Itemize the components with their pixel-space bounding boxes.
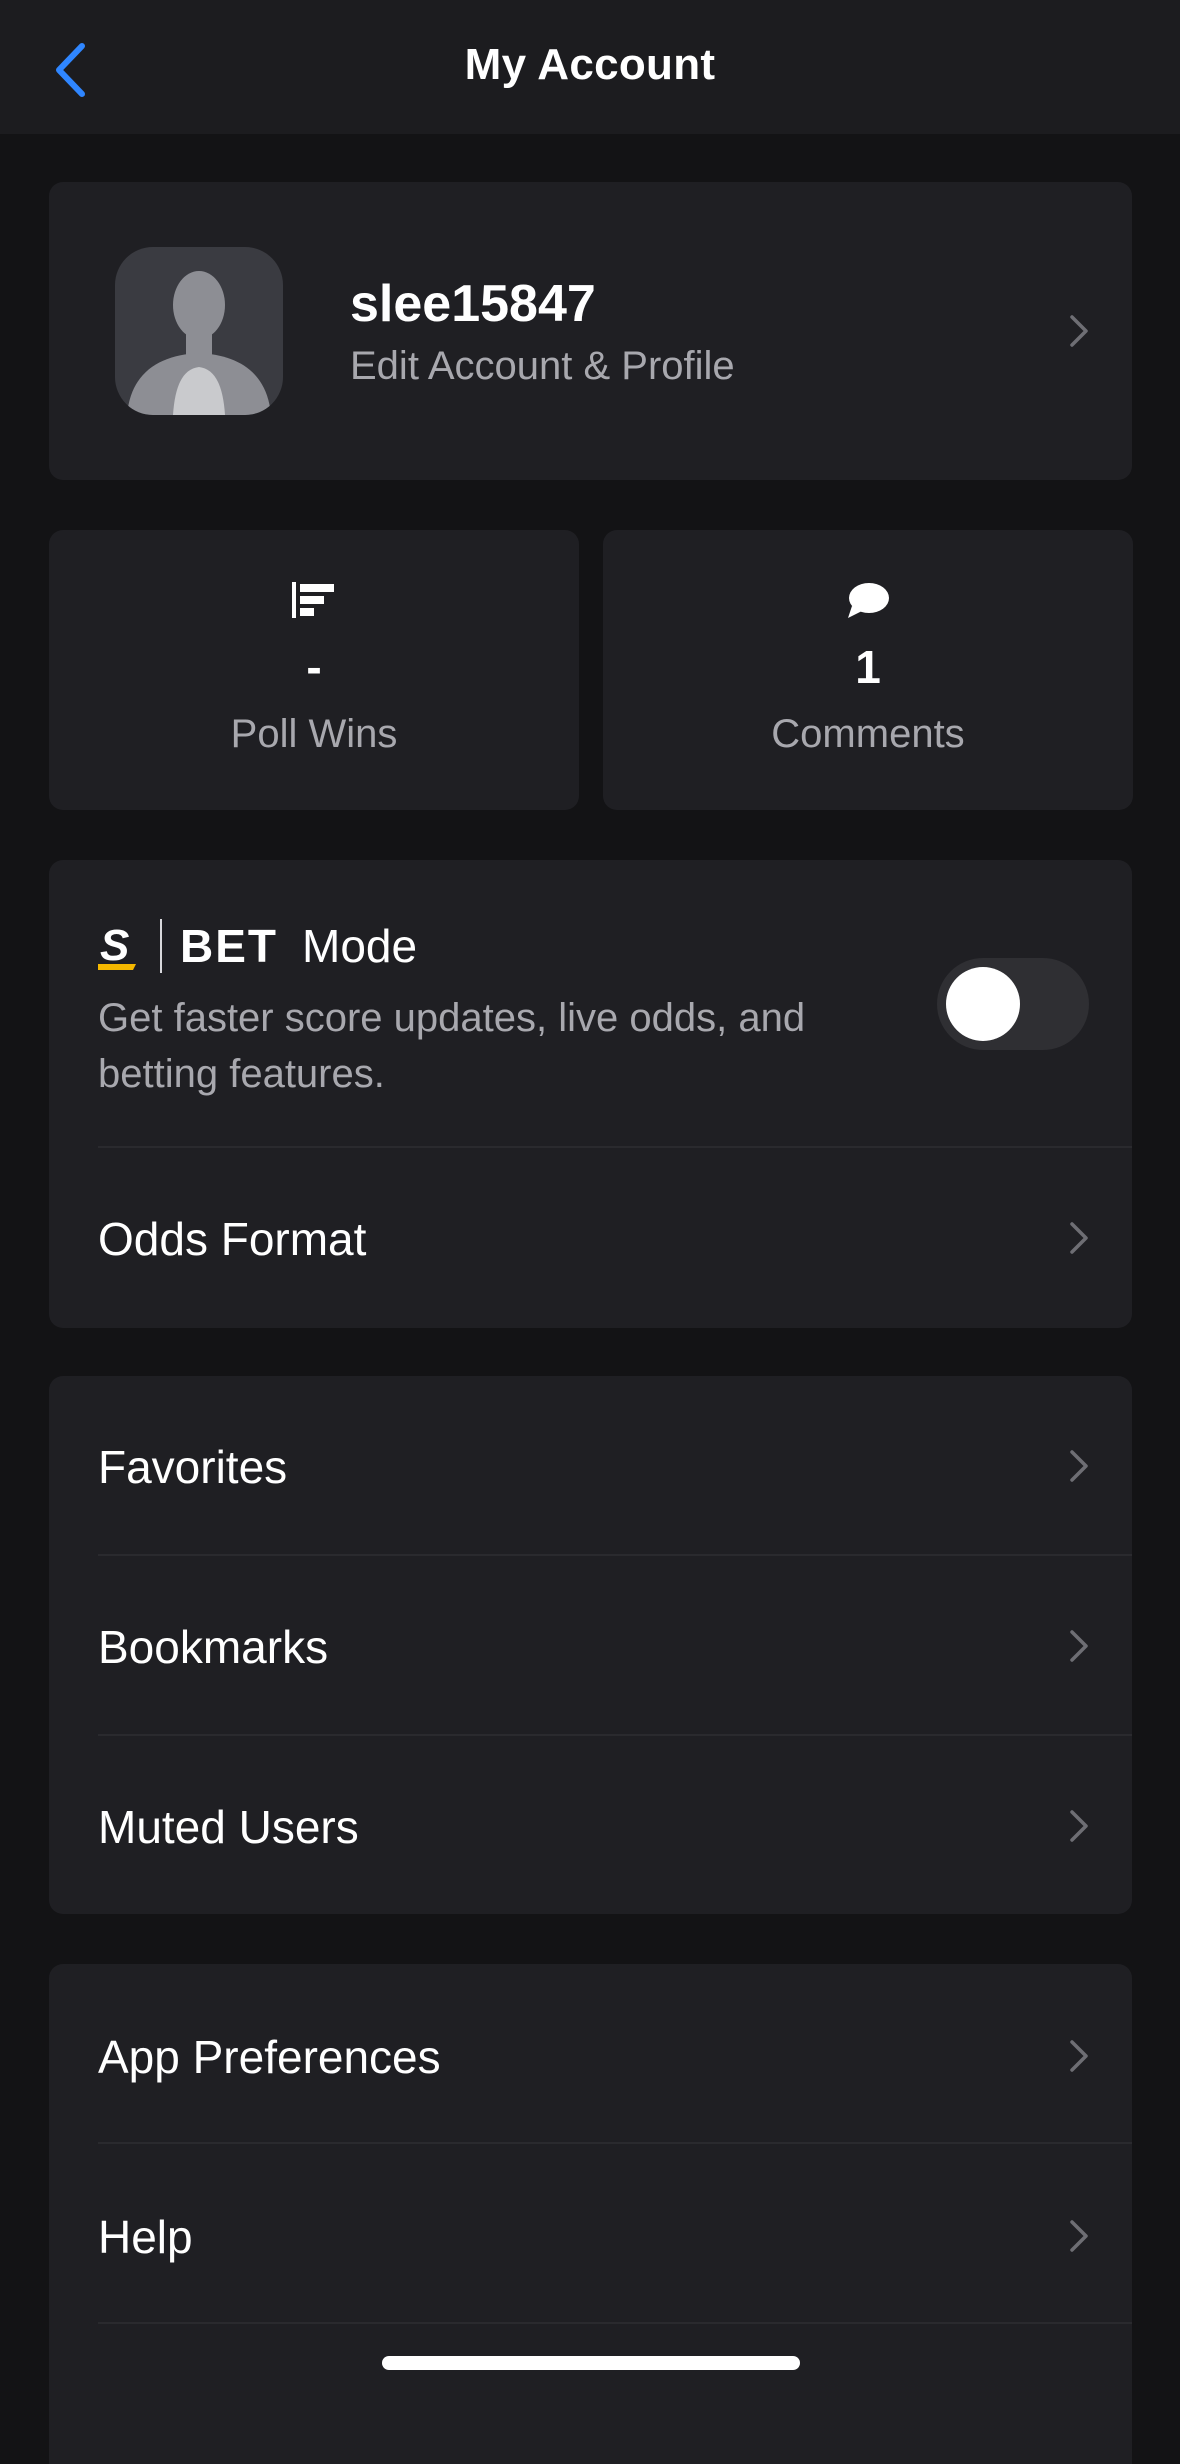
bet-mode-card: S BET Mode Get faster score updates, liv… <box>49 860 1132 1328</box>
page-title: My Account <box>464 40 716 89</box>
bookmarks-row[interactable]: Bookmarks <box>98 1620 328 1674</box>
toggle-knob <box>946 967 1020 1041</box>
divider <box>98 2322 1132 2324</box>
comments-label: Comments <box>771 712 965 756</box>
comments-card[interactable]: 1 Comments <box>603 530 1133 810</box>
divider <box>98 1146 1132 1148</box>
muted-users-row[interactable]: Muted Users <box>98 1800 359 1854</box>
thescore-s-logo: S <box>98 921 136 970</box>
divider <box>98 2142 1132 2144</box>
bet-mode-header: S BET Mode <box>98 916 417 976</box>
poll-wins-card[interactable]: - Poll Wins <box>49 530 579 810</box>
comment-bubble-icon <box>603 580 1133 628</box>
chevron-right-icon <box>1068 1448 1090 1484</box>
favorites-row[interactable]: Favorites <box>98 1440 287 1494</box>
poll-bars-icon <box>49 580 579 628</box>
avatar <box>115 247 283 415</box>
edit-profile-link[interactable]: Edit Account & Profile <box>350 344 735 389</box>
bet-brand-label: BET <box>180 920 278 972</box>
navigation-bar: My Account <box>0 0 1180 134</box>
person-silhouette-icon <box>127 271 271 415</box>
chevron-right-icon <box>1068 2218 1090 2254</box>
divider <box>98 1734 1132 1736</box>
username: slee15847 <box>350 275 596 333</box>
library-list: Favorites Bookmarks Muted Users <box>49 1376 1132 1914</box>
divider <box>98 1554 1132 1556</box>
comments-value: 1 <box>855 641 881 693</box>
chevron-right-icon <box>1068 1628 1090 1664</box>
bet-mode-label: Mode <box>302 920 418 972</box>
settings-list: App Preferences Help <box>49 1964 1132 2464</box>
chevron-right-icon <box>1068 313 1090 349</box>
poll-wins-label: Poll Wins <box>230 712 398 756</box>
help-row[interactable]: Help <box>98 2210 193 2264</box>
chevron-right-icon <box>1068 1220 1090 1256</box>
bet-mode-description: Get faster score updates, live odds, and… <box>98 996 806 1096</box>
profile-card[interactable]: slee15847 Edit Account & Profile <box>49 182 1132 480</box>
poll-wins-value: - <box>306 641 322 693</box>
svg-text:S: S <box>100 921 129 970</box>
chevron-right-icon <box>1068 1808 1090 1844</box>
logo-divider <box>160 919 162 973</box>
app-preferences-row[interactable]: App Preferences <box>98 2030 441 2084</box>
bet-mode-toggle[interactable] <box>937 958 1089 1050</box>
home-indicator[interactable] <box>382 2356 800 2370</box>
chevron-right-icon <box>1068 2038 1090 2074</box>
odds-format-row[interactable]: Odds Format <box>98 1212 366 1266</box>
